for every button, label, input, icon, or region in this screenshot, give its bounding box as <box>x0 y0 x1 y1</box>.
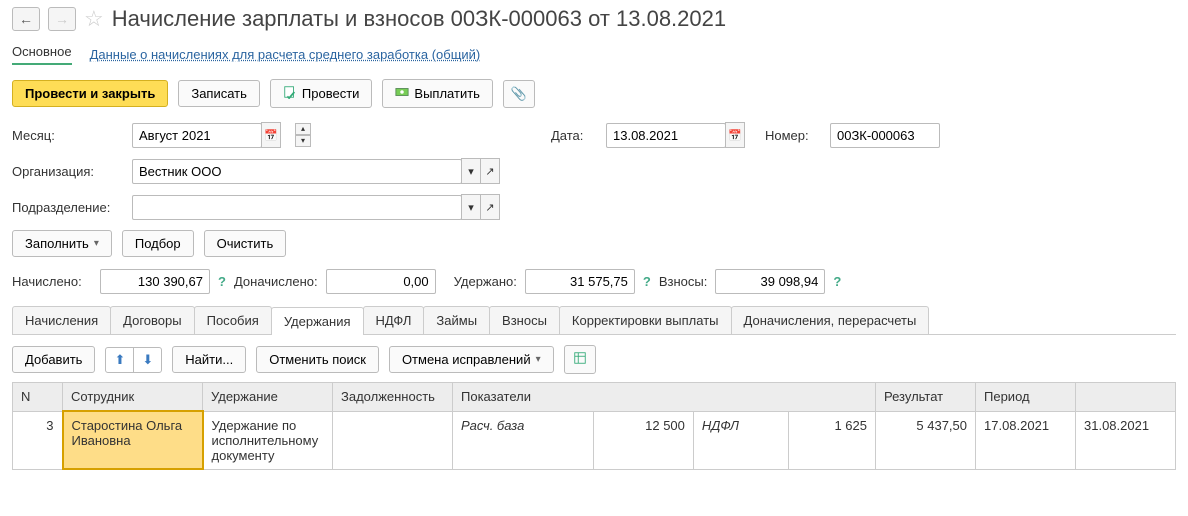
nav-back-button[interactable]: ← <box>12 7 40 31</box>
withheld-label: Удержано: <box>454 274 517 289</box>
sub-tab-Доначисления, перерасчеты[interactable]: Доначисления, перерасчеты <box>731 306 930 334</box>
col-header[interactable] <box>1076 383 1176 412</box>
nav-forward-button[interactable]: → <box>48 7 76 31</box>
favorite-star-icon[interactable]: ☆ <box>84 6 104 32</box>
add-row-button[interactable]: Добавить <box>12 346 95 373</box>
additional-value[interactable] <box>326 269 436 294</box>
org-input[interactable] <box>132 159 462 184</box>
move-down-button[interactable]: ⬇ <box>134 348 161 372</box>
col-header[interactable]: Период <box>976 383 1076 412</box>
number-input[interactable] <box>830 123 940 148</box>
col-header[interactable]: Удержание <box>203 383 333 412</box>
cell-debt[interactable] <box>333 411 453 469</box>
contrib-label: Взносы: <box>659 274 708 289</box>
sub-tab-Займы[interactable]: Займы <box>423 306 490 334</box>
dept-input[interactable] <box>132 195 462 220</box>
paperclip-icon: 📎 <box>511 86 527 102</box>
attach-button[interactable]: 📎 <box>503 80 535 108</box>
cell-period-to[interactable]: 31.08.2021 <box>1076 411 1176 469</box>
col-header[interactable]: Результат <box>876 383 976 412</box>
table-settings-button[interactable] <box>564 345 596 374</box>
pay-label: Выплатить <box>414 86 480 101</box>
find-button[interactable]: Найти... <box>172 346 246 373</box>
dept-open-icon[interactable]: ↗ <box>480 194 500 220</box>
fill-button[interactable]: Заполнить <box>12 230 112 257</box>
contrib-help-icon[interactable]: ? <box>833 274 841 289</box>
number-label: Номер: <box>765 128 820 143</box>
sub-tab-Взносы[interactable]: Взносы <box>489 306 560 334</box>
cell-ind1-label[interactable]: Расч. база <box>453 411 594 469</box>
cell-ind2-label[interactable]: НДФЛ <box>693 411 788 469</box>
cell-employee[interactable]: Старостина Ольга Ивановна <box>63 411 203 469</box>
cell-ind1-val[interactable]: 12 500 <box>594 411 694 469</box>
withheld-help-icon[interactable]: ? <box>643 274 651 289</box>
tab-main[interactable]: Основное <box>12 44 72 65</box>
contrib-value[interactable] <box>715 269 825 294</box>
col-header[interactable]: Показатели <box>453 383 876 412</box>
sub-tab-Корректировки выплаты[interactable]: Корректировки выплаты <box>559 306 732 334</box>
page-title: Начисление зарплаты и взносов 00ЗК-00006… <box>112 6 726 32</box>
cell-ind2-val[interactable]: 1 625 <box>788 411 875 469</box>
sub-tab-Начисления[interactable]: Начисления <box>12 306 111 334</box>
org-dropdown-icon[interactable]: ▾ <box>461 158 481 184</box>
table-settings-icon <box>573 351 587 368</box>
accrued-value[interactable] <box>100 269 210 294</box>
cell-deduction[interactable]: Удержание по исполнительному документу <box>203 411 333 469</box>
clear-button[interactable]: Очистить <box>204 230 287 257</box>
sub-tab-Удержания[interactable]: Удержания <box>271 307 364 335</box>
cell-n[interactable]: 3 <box>13 411 63 469</box>
sub-tab-Пособия[interactable]: Пособия <box>194 306 272 334</box>
save-button[interactable]: Записать <box>178 80 260 107</box>
col-header[interactable]: Задолженность <box>333 383 453 412</box>
cancel-search-button[interactable]: Отменить поиск <box>256 346 379 373</box>
dept-dropdown-icon[interactable]: ▾ <box>461 194 481 220</box>
month-input[interactable] <box>132 123 262 148</box>
org-label: Организация: <box>12 164 122 179</box>
date-calendar-icon[interactable]: 📅 <box>725 122 745 148</box>
pay-button[interactable]: Выплатить <box>382 79 493 108</box>
post-icon <box>283 85 297 102</box>
withheld-value[interactable] <box>525 269 635 294</box>
dept-label: Подразделение: <box>12 200 122 215</box>
month-label: Месяц: <box>12 128 122 143</box>
accrued-label: Начислено: <box>12 274 92 289</box>
sub-tab-Договоры[interactable]: Договоры <box>110 306 194 334</box>
select-button[interactable]: Подбор <box>122 230 194 257</box>
post-and-close-button[interactable]: Провести и закрыть <box>12 80 168 107</box>
deductions-table: NСотрудникУдержаниеЗадолженностьПоказате… <box>12 382 1176 470</box>
col-header[interactable]: Сотрудник <box>63 383 203 412</box>
additional-label: Доначислено: <box>234 274 318 289</box>
cancel-corrections-button[interactable]: Отмена исправлений <box>389 346 554 373</box>
cell-result[interactable]: 5 437,50 <box>876 411 976 469</box>
sub-tab-НДФЛ[interactable]: НДФЛ <box>363 306 425 334</box>
org-open-icon[interactable]: ↗ <box>480 158 500 184</box>
pay-icon <box>395 85 409 102</box>
date-label: Дата: <box>551 128 596 143</box>
table-row[interactable]: 3Старостина Ольга ИвановнаУдержание по и… <box>13 411 1176 469</box>
accrued-help-icon[interactable]: ? <box>218 274 226 289</box>
post-button[interactable]: Провести <box>270 79 373 108</box>
col-header[interactable]: N <box>13 383 63 412</box>
tab-average-earnings-link[interactable]: Данные о начислениях для расчета среднег… <box>90 47 481 62</box>
post-label: Провести <box>302 86 360 101</box>
date-input[interactable] <box>606 123 726 148</box>
cell-period-from[interactable]: 17.08.2021 <box>976 411 1076 469</box>
month-spinner[interactable]: ▴▾ <box>295 123 311 147</box>
month-calendar-icon[interactable]: 📅 <box>261 122 281 148</box>
move-up-button[interactable]: ⬆ <box>106 348 134 372</box>
